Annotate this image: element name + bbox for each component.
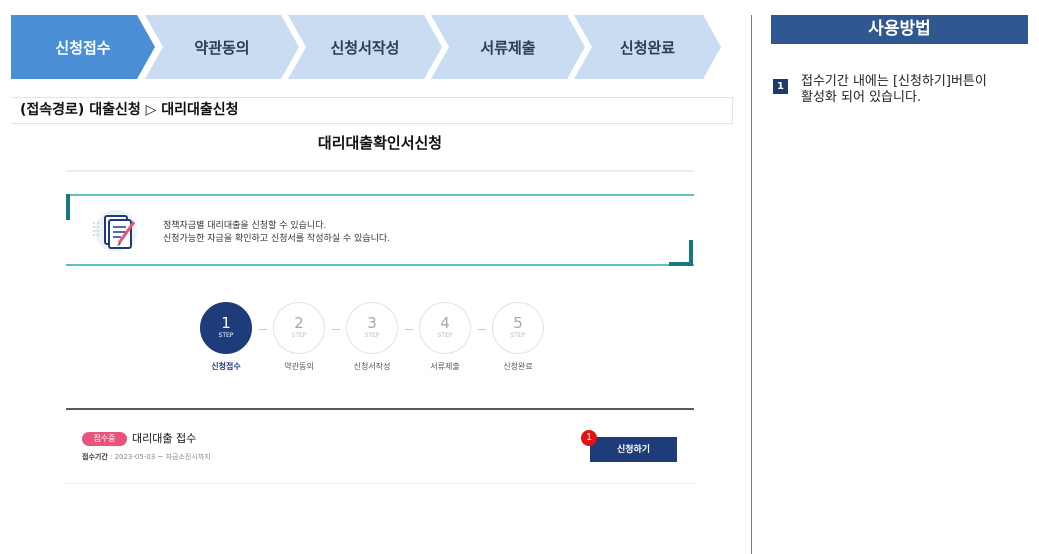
notice-line-1: 정책자금별 대리대출을 신청할 수 있습니다.	[163, 221, 327, 231]
step-sub-label: STEP	[364, 332, 380, 339]
ribbon-step-label: 서류제출	[480, 38, 536, 57]
page-title: 대리대출확인서신청	[317, 134, 443, 152]
help-item-text: 접수기간 내에는 [신청하기]버튼이 활성화 되어 있습니다.	[801, 74, 1031, 106]
step-number: 2	[294, 314, 304, 332]
list-bottom-rule	[66, 483, 694, 484]
notice-line-2: 신청가능한 자금을 확인하고 신청서를 작성하실 수 있습니다.	[163, 234, 391, 244]
step-indicator: 1 STEP 2 STEP 3 STEP 4 STEP 5 STEP 신청접수 …	[196, 302, 556, 382]
step-number: 1	[221, 314, 231, 332]
step-sub-label: STEP	[218, 332, 234, 339]
apply-button[interactable]: 신청하기	[590, 437, 677, 462]
period-value: : 2023-05-03 ~ 자금소진시까지	[107, 453, 211, 461]
ribbon-step-2: 약관동의	[145, 15, 299, 79]
title-divider	[66, 170, 694, 172]
step-circle-2: 2 STEP	[273, 302, 325, 354]
application-period: 접수기간 : 2023-05-03 ~ 자금소진시까지	[82, 452, 211, 462]
ribbon-step-label: 신청접수	[55, 38, 111, 57]
process-steps-ribbon: 신청접수 약관동의 신청서작성 서류제출 신청완료	[11, 15, 721, 79]
ribbon-step-label: 신청완료	[619, 38, 676, 57]
panel-divider	[751, 15, 752, 554]
notice-corner-top-left	[66, 194, 70, 220]
step-connector	[332, 329, 340, 330]
status-badge: 접수중	[82, 432, 127, 446]
help-item-line-1: 접수기간 내에는 [신청하기]버튼이	[801, 74, 987, 89]
help-item-number: 1	[773, 79, 788, 94]
period-label: 접수기간	[82, 453, 108, 461]
step-circle-1: 1 STEP	[200, 302, 252, 354]
step-number: 5	[513, 314, 523, 332]
step-sub-label: STEP	[510, 332, 526, 339]
ribbon-step-5: 신청완료	[574, 15, 721, 79]
step-connector	[405, 329, 413, 330]
ribbon-step-1: 신청접수	[11, 15, 155, 79]
step-circle-5: 5 STEP	[492, 302, 544, 354]
ribbon-step-4: 서류제출	[431, 15, 585, 79]
step-label-3: 신청서작성	[353, 362, 391, 371]
step-number: 4	[440, 314, 450, 332]
help-panel-title: 사용방법	[771, 15, 1028, 44]
list-top-rule	[66, 408, 694, 410]
step-label-2: 약관동의	[284, 362, 314, 371]
help-item-line-2: 활성화 되어 있습니다.	[801, 90, 922, 105]
step-label-4: 서류제출	[430, 362, 460, 371]
step-circle-4: 4 STEP	[419, 302, 471, 354]
step-sub-label: STEP	[291, 332, 307, 339]
callout-marker-1: 1	[581, 430, 597, 446]
notice-corner-bottom-right-h	[669, 262, 693, 266]
step-connector	[259, 329, 267, 330]
document-pen-icon	[93, 210, 137, 252]
step-label-1: 신청접수	[211, 362, 241, 371]
step-label-5: 신청완료	[503, 362, 533, 371]
breadcrumb: (접속경로) 대출신청 ▷ 대리대출신청	[11, 97, 733, 124]
step-sub-label: STEP	[437, 332, 453, 339]
ribbon-step-label: 신청서작성	[330, 38, 400, 57]
step-connector	[478, 329, 486, 330]
notice-text: 정책자금별 대리대출을 신청할 수 있습니다. 신청가능한 자금을 확인하고 신…	[163, 220, 390, 246]
ribbon-step-label: 약관동의	[194, 38, 250, 57]
loan-name: 대리대출 접수	[132, 432, 197, 445]
ribbon-step-3: 신청서작성	[288, 15, 442, 79]
step-number: 3	[367, 314, 377, 332]
step-circle-3: 3 STEP	[346, 302, 398, 354]
